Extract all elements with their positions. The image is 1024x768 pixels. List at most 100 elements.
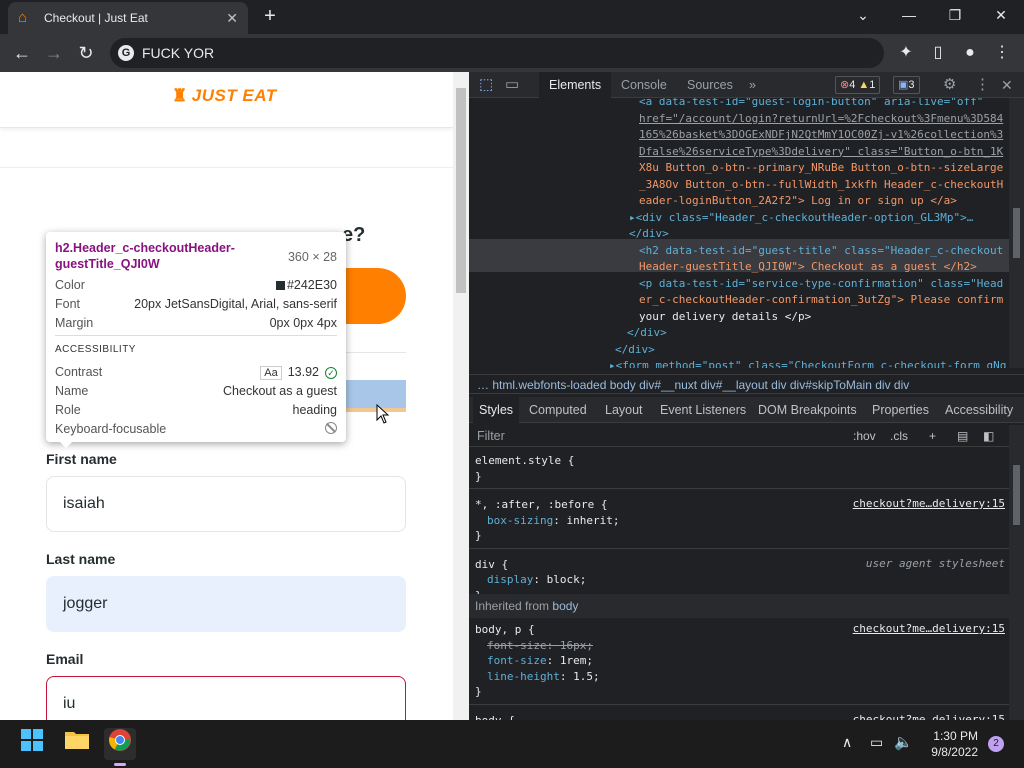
tab-search-icon[interactable]: ⌄	[840, 0, 886, 30]
minimize-button[interactable]: —	[886, 0, 932, 30]
devtools-close-icon[interactable]: ✕	[1001, 72, 1013, 98]
tab-styles[interactable]: Styles	[473, 397, 520, 423]
dom-line[interactable]: 165%26basket%3DOGExNDFjN2QtMmY1OC00Zj-v1…	[639, 127, 1003, 144]
css-rule[interactable]: body, p {checkout?me…delivery:15 font-siz…	[469, 618, 1009, 705]
chrome-taskbar-icon[interactable]	[104, 728, 136, 766]
css-declaration[interactable]: font-size: 16px;	[475, 638, 1003, 654]
rule-source-link: user agent stylesheet	[865, 556, 1005, 570]
address-bar[interactable]: G FUCK YOR	[110, 38, 884, 68]
css-declaration[interactable]: box-sizing: inherit;	[475, 513, 1003, 529]
tab-computed[interactable]: Computed	[529, 397, 587, 423]
show-hidden-icons-chevron-icon[interactable]: ∧	[842, 734, 852, 751]
css-rule[interactable]: element.style {}	[469, 449, 1009, 489]
back-arrow-icon[interactable]: ←	[8, 39, 36, 67]
tab-sources[interactable]: Sources	[687, 72, 733, 98]
restore-button[interactable]: ❐	[932, 0, 978, 30]
dom-line[interactable]: </div>	[627, 325, 667, 342]
css-declaration[interactable]: line-height: 1.5;	[475, 669, 1003, 685]
dom-line[interactable]: Header-guestTitle_QJI0W"> Checkout as a …	[639, 259, 977, 276]
notification-badge[interactable]: 2	[988, 736, 1004, 752]
network-icon[interactable]: ▭	[870, 734, 883, 751]
styles-scrollbar[interactable]	[1009, 425, 1024, 720]
tab-close-icon[interactable]: ✕	[226, 10, 238, 27]
first-name-field[interactable]: isaiah	[46, 476, 406, 532]
messages-badge[interactable]: ▣3	[893, 76, 920, 94]
rule-close-brace: }	[475, 685, 482, 698]
tab-layout[interactable]: Layout	[605, 397, 643, 423]
dom-line[interactable]: Dfalse%26serviceType%3Ddelivery" class="…	[639, 144, 1003, 161]
first-name-label: First name	[46, 451, 117, 467]
css-rule[interactable]: *, :after, :before {checkout?me…delivery…	[469, 493, 1009, 549]
dom-line[interactable]: er_c-checkoutHeader-confirmation_3utZg">…	[639, 292, 1003, 309]
dom-tree-scrollbar[interactable]	[1009, 98, 1024, 368]
dom-line[interactable]: eader-loginButton_2A2f2"> Log in or sign…	[639, 193, 957, 210]
close-window-button[interactable]: ✕	[978, 0, 1024, 30]
dom-line[interactable]: </div>	[615, 342, 655, 359]
browser-toolbar: ← → ↻ G FUCK YOR ✦ ▯ ● ⋮	[0, 34, 1024, 72]
dom-line[interactable]: </div>	[629, 226, 669, 243]
dom-tree-scroll-thumb[interactable]	[1013, 208, 1020, 258]
new-rule-icon[interactable]: +	[929, 429, 936, 443]
rule-close-brace: }	[475, 469, 482, 483]
issues-badge[interactable]: ⊗4 ▲1	[835, 76, 881, 94]
page-scrollbar[interactable]	[453, 72, 469, 720]
last-name-field[interactable]: jogger	[46, 576, 406, 632]
tab-event-listeners[interactable]: Event Listeners	[660, 397, 746, 423]
windows-start-icon[interactable]	[16, 728, 48, 760]
devtools-panel: ⬚ ▭ Elements Console Sources » ⊗4 ▲1 ▣3 …	[469, 72, 1024, 749]
tab-elements[interactable]: Elements	[539, 72, 612, 98]
dom-line[interactable]: <a data-test-id="guest-login-button" ari…	[639, 98, 983, 111]
last-name-label: Last name	[46, 551, 116, 567]
email-field[interactable]: iu	[46, 676, 406, 720]
rule-source-link[interactable]: checkout?me…delivery:15	[853, 621, 1005, 637]
styles-filter-bar: Filter :hov .cls + ▤ ◧	[469, 425, 1024, 447]
tab-bar: ⌂ Checkout | Just Eat ✕ + ⌄ — ❐ ✕	[0, 0, 1024, 34]
computed-styles-icon[interactable]: ▤	[957, 429, 968, 443]
page-scroll-thumb[interactable]	[456, 88, 466, 293]
reload-icon[interactable]: ↻	[72, 39, 100, 67]
tooltip-selector: h2.Header_c-checkoutHeader-guestTitle_QJ…	[55, 241, 235, 271]
tooltip-font-row: Font 20px JetSansDigital, Arial, sans-ser…	[55, 297, 337, 311]
menu-kebab-icon[interactable]: ⋮	[988, 39, 1016, 67]
profile-avatar-icon[interactable]: ●	[956, 39, 984, 67]
tab-accessibility[interactable]: Accessibility	[945, 397, 1013, 423]
file-explorer-icon[interactable]	[61, 728, 93, 760]
breadcrumb[interactable]: … html.webfonts-loaded body div#__nuxt d…	[469, 374, 1024, 394]
extensions-icon[interactable]: ✦	[892, 39, 920, 67]
dom-line[interactable]: _3A8Ov Button_o-btn--fullWidth_1xkfh Hea…	[639, 177, 1003, 194]
settings-gear-icon[interactable]: ⚙	[943, 72, 956, 98]
windows-taskbar: ∧ ▭ 🔈 1:30 PM 9/8/2022 2	[0, 720, 1024, 768]
more-tabs-button[interactable]: »	[749, 72, 756, 98]
volume-icon[interactable]: 🔈	[894, 733, 913, 751]
dom-line[interactable]: <p data-test-id="service-type-confirmati…	[639, 276, 1003, 293]
forward-arrow-icon[interactable]: →	[40, 39, 68, 67]
dom-tree[interactable]: <a data-test-id="guest-login-button" ari…	[469, 98, 1009, 368]
css-declaration[interactable]: font-size: 1rem;	[475, 653, 1003, 669]
dom-line[interactable]: X8u Button_o-btn--primary_NRuBe Button_o…	[639, 160, 1003, 177]
dom-line[interactable]: ▸<div class="Header_c-checkoutHeader-opt…	[629, 210, 973, 227]
dom-line[interactable]: <h2 data-test-id="guest-title" class="He…	[639, 243, 1003, 260]
just-eat-logo[interactable]: ♜ JUST EAT	[172, 86, 277, 106]
css-declaration[interactable]: display: block;	[475, 572, 1003, 588]
dom-line[interactable]: ▸<form method="post" class="CheckoutForm…	[609, 358, 1006, 368]
new-tab-button[interactable]: +	[258, 4, 282, 30]
dom-line[interactable]: href="/account/login?returnUrl=%2Fchecko…	[639, 111, 1003, 128]
rule-source-link[interactable]: checkout?me…delivery:15	[853, 496, 1005, 512]
styles-tabbar: Styles Computed Layout Event Listeners D…	[469, 397, 1024, 423]
devtools-menu-icon[interactable]: ⋮	[975, 72, 990, 98]
device-toolbar-icon[interactable]: ▭	[505, 72, 519, 98]
tab-dom-breakpoints[interactable]: DOM Breakpoints	[758, 397, 857, 423]
dom-line[interactable]: your delivery details </p>	[639, 309, 811, 326]
toggle-sidebar-icon[interactable]: ◧	[983, 429, 994, 443]
tab-properties[interactable]: Properties	[872, 397, 929, 423]
inspect-element-icon[interactable]: ⬚	[479, 72, 493, 98]
tab-title: Checkout | Just Eat	[44, 11, 148, 25]
browser-tab[interactable]: ⌂ Checkout | Just Eat ✕	[8, 2, 248, 34]
filter-input[interactable]: Filter	[477, 429, 505, 443]
side-panel-icon[interactable]: ▯	[924, 39, 952, 67]
class-toggle[interactable]: .cls	[890, 429, 908, 443]
tab-console[interactable]: Console	[621, 72, 667, 98]
clock[interactable]: 1:30 PM 9/8/2022	[922, 728, 978, 760]
hover-state-toggle[interactable]: :hov	[853, 429, 876, 443]
styles-scroll-thumb[interactable]	[1013, 465, 1020, 525]
